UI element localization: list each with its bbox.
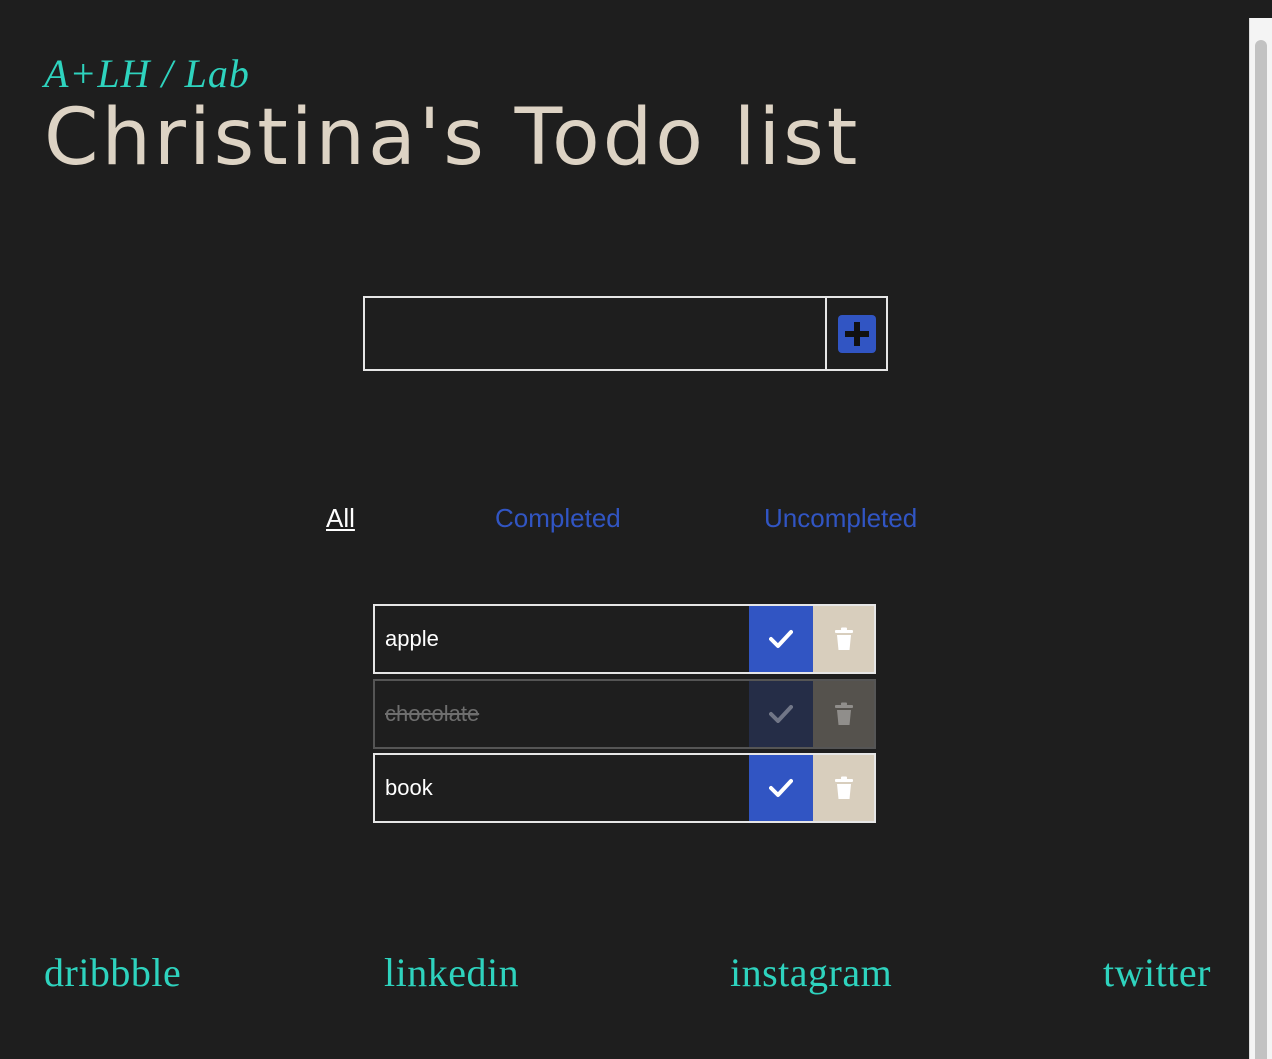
todo-text: chocolate	[385, 701, 480, 726]
vertical-scrollbar[interactable]	[1249, 18, 1272, 1059]
filter-all[interactable]: All	[326, 503, 355, 533]
trash-icon	[834, 702, 853, 725]
todo-text: book	[385, 775, 433, 800]
plus-square-icon	[837, 314, 876, 353]
add-todo-button[interactable]	[825, 296, 888, 371]
filter-completed[interactable]: Completed	[495, 503, 621, 533]
todo-item: apple	[373, 604, 876, 674]
complete-button[interactable]	[749, 755, 813, 821]
todo-input[interactable]	[363, 296, 827, 371]
complete-button[interactable]	[749, 606, 813, 672]
delete-button[interactable]	[813, 681, 874, 747]
complete-button[interactable]	[749, 681, 813, 747]
instagram-link[interactable]: instagram	[730, 948, 892, 998]
trash-icon	[834, 776, 853, 799]
trash-icon	[834, 627, 853, 650]
page-title: Christina's Todo list	[44, 93, 861, 183]
linkedin-link[interactable]: linkedin	[384, 948, 519, 998]
delete-button[interactable]	[813, 606, 874, 672]
delete-button[interactable]	[813, 755, 874, 821]
check-icon	[769, 705, 793, 723]
twitter-link[interactable]: twitter	[1103, 948, 1211, 998]
todo-item: chocolate	[373, 679, 876, 749]
check-icon	[769, 779, 793, 797]
filter-uncompleted[interactable]: Uncompleted	[764, 503, 917, 533]
todo-item: book	[373, 753, 876, 823]
dribbble-link[interactable]: dribbble	[44, 948, 181, 998]
check-icon	[769, 630, 793, 648]
todo-text: apple	[385, 626, 439, 651]
scrollbar-thumb[interactable]	[1255, 40, 1267, 1059]
